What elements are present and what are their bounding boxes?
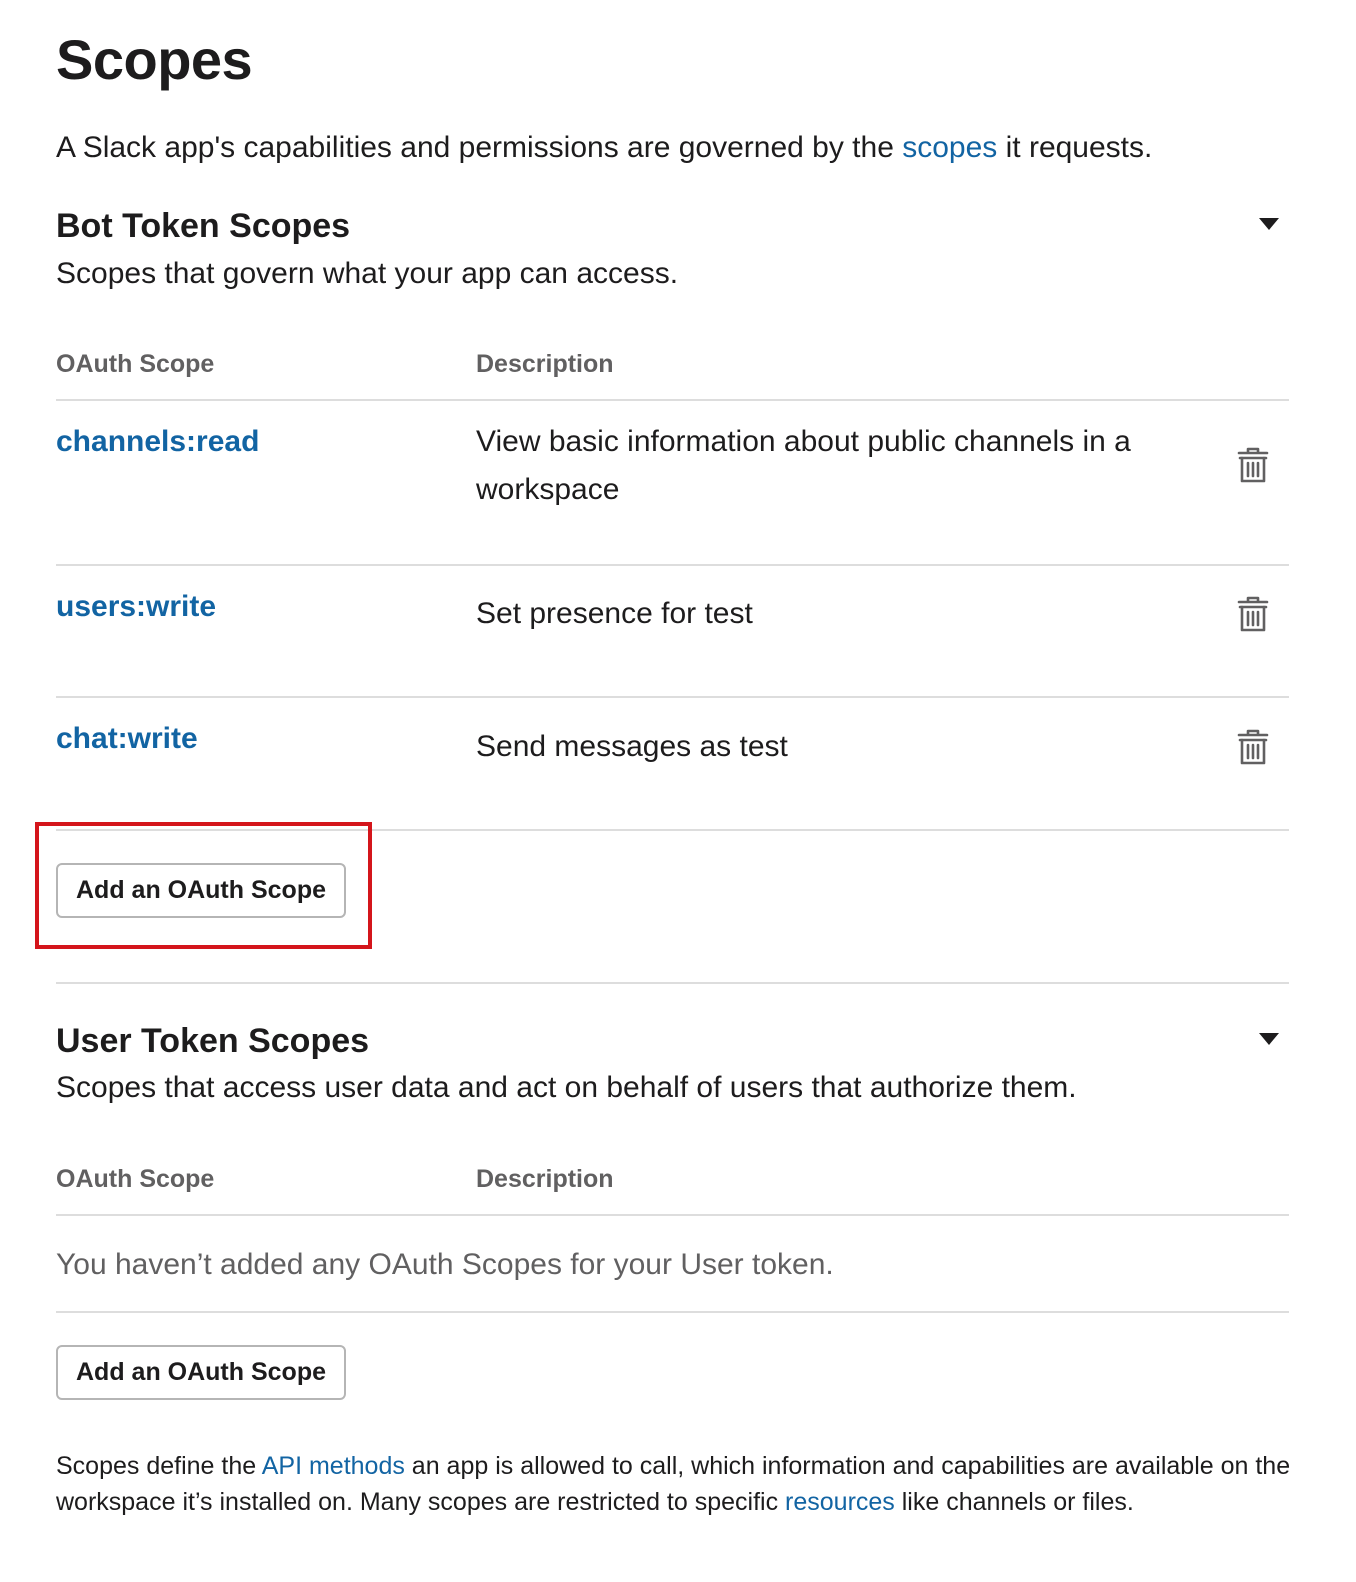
user-section-title: User Token Scopes bbox=[56, 1022, 370, 1060]
api-methods-link[interactable]: API methods bbox=[262, 1452, 405, 1480]
section-divider bbox=[56, 982, 1289, 984]
trash-icon[interactable] bbox=[1236, 446, 1270, 484]
footer-note: Scopes define the API methods an app is … bbox=[56, 1448, 1296, 1520]
footer-text: Scopes define the bbox=[56, 1452, 262, 1480]
scope-link-channels-read[interactable]: channels:read bbox=[56, 422, 259, 462]
intro-text-end: it requests. bbox=[997, 131, 1153, 164]
scope-link-chat-write[interactable]: chat:write bbox=[56, 719, 198, 759]
scopes-link[interactable]: scopes bbox=[902, 131, 997, 164]
user-col-oauth-scope: OAuth Scope bbox=[56, 1165, 215, 1193]
user-header-divider bbox=[56, 1214, 1289, 1216]
page-title: Scopes bbox=[56, 28, 253, 91]
highlight-box bbox=[35, 822, 372, 949]
user-row-divider bbox=[56, 1311, 1289, 1313]
intro-text: A Slack app's capabilities and permissio… bbox=[56, 131, 903, 164]
footer-text: like channels or files. bbox=[894, 1488, 1134, 1516]
user-section-subtitle: Scopes that access user data and act on … bbox=[56, 1071, 1077, 1104]
bot-row-divider bbox=[56, 564, 1289, 566]
bot-section-toggle-caret-down-icon[interactable] bbox=[1259, 218, 1279, 230]
trash-icon[interactable] bbox=[1236, 728, 1270, 766]
resources-link[interactable]: resources bbox=[785, 1488, 895, 1516]
user-section-toggle-caret-down-icon[interactable] bbox=[1259, 1033, 1279, 1045]
scope-description: View basic information about public chan… bbox=[476, 425, 1131, 506]
bot-section-subtitle: Scopes that govern what your app can acc… bbox=[56, 257, 679, 290]
user-scopes-empty-message: You haven’t added any OAuth Scopes for y… bbox=[56, 1248, 834, 1281]
user-col-description: Description bbox=[476, 1165, 614, 1193]
trash-icon[interactable] bbox=[1236, 595, 1270, 633]
bot-header-divider bbox=[56, 399, 1289, 401]
add-user-oauth-scope-button[interactable]: Add an OAuth Scope bbox=[56, 1345, 346, 1400]
bot-col-oauth-scope: OAuth Scope bbox=[56, 350, 215, 378]
bot-col-description: Description bbox=[476, 350, 614, 378]
bot-section-title: Bot Token Scopes bbox=[56, 207, 351, 245]
scope-link-users-write[interactable]: users:write bbox=[56, 587, 216, 627]
scope-description: Send messages as test bbox=[476, 730, 788, 763]
page-intro: A Slack app's capabilities and permissio… bbox=[56, 128, 1152, 168]
bot-row-divider bbox=[56, 696, 1289, 698]
scope-description: Set presence for test bbox=[476, 597, 753, 630]
